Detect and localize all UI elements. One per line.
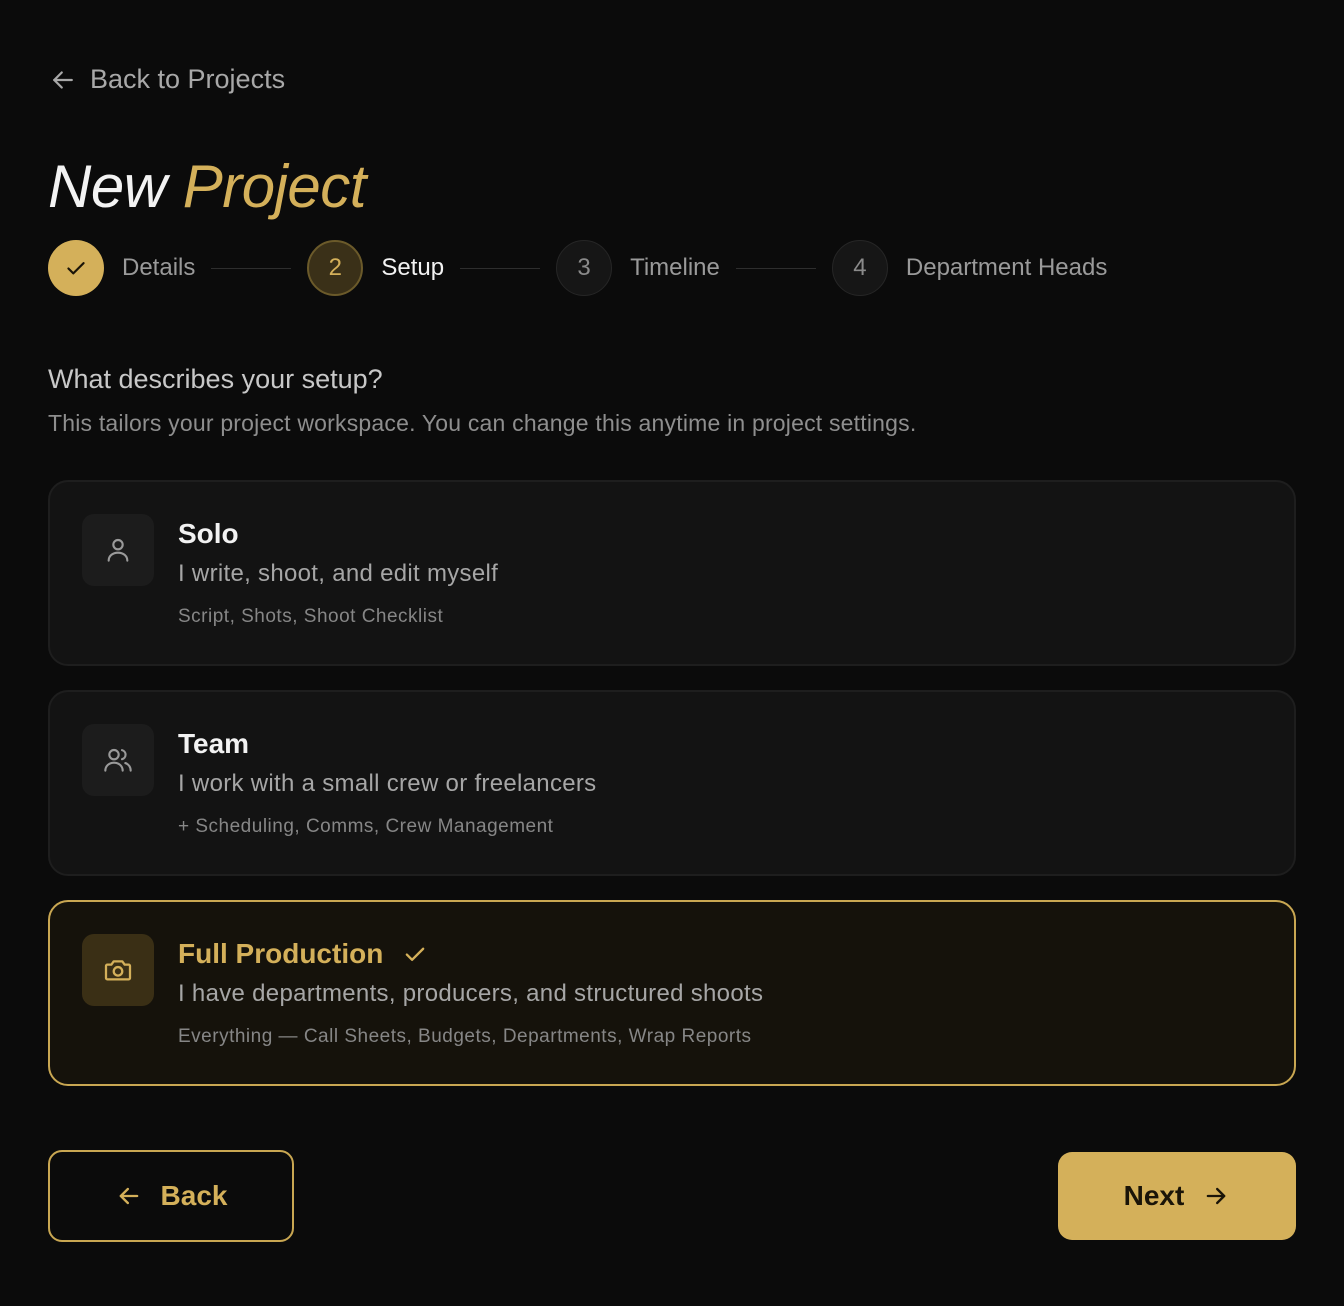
back-to-projects-link[interactable]: Back to Projects <box>48 64 285 95</box>
step-3-label: Timeline <box>630 254 720 281</box>
next-button-label: Next <box>1123 1180 1185 1211</box>
selected-check-icon <box>405 947 425 961</box>
step-timeline[interactable]: 3 Timeline <box>556 240 720 296</box>
users-icon <box>104 748 132 772</box>
option-title-text: Full Production <box>178 938 384 969</box>
page-title-part1: New <box>48 153 183 220</box>
option-full-production-description: I have departments, producers, and struc… <box>178 980 764 1007</box>
camera-icon <box>104 960 132 981</box>
arrow-left-icon <box>53 70 73 89</box>
step-2-circle: 2 <box>307 240 364 296</box>
option-title-text: Team <box>178 728 250 759</box>
step-2-label: Setup <box>381 254 445 281</box>
stepper: Details 2 Setup 3 Timeline 4 Department … <box>48 240 1107 296</box>
option-full-production[interactable]: Full Production I have departments, prod… <box>48 900 1296 1086</box>
step-3-circle: 3 <box>556 240 613 296</box>
option-team-icon-box <box>82 724 154 796</box>
step-1-label: Details <box>122 254 196 281</box>
step-department-heads[interactable]: 4 Department Heads <box>831 240 1108 296</box>
step-setup[interactable]: 2 Setup <box>307 240 444 296</box>
option-title-text: Solo <box>178 518 239 549</box>
step-connector <box>460 267 541 269</box>
step-4-label: Department Heads <box>905 254 1108 281</box>
arrow-right-icon <box>1207 1187 1226 1205</box>
step-4-circle: 4 <box>831 240 888 296</box>
option-solo[interactable]: Solo I write, shoot, and edit myself Scr… <box>48 480 1296 666</box>
step-connector <box>735 267 816 269</box>
option-full-production-features: Everything — Call Sheets, Budgets, Depar… <box>178 1026 752 1047</box>
user-icon <box>107 538 129 562</box>
option-team-description: I work with a small crew or freelancers <box>178 770 597 797</box>
next-button[interactable]: Next <box>1058 1152 1296 1240</box>
page-title: New Project <box>48 152 366 221</box>
back-button[interactable]: Back <box>48 1150 294 1242</box>
back-to-projects-label: Back to Projects <box>90 64 286 94</box>
option-full-production-title: Full Production <box>178 938 429 970</box>
option-solo-title: Solo <box>178 518 239 550</box>
new-project-page: Back to Projects New Project Details 2 S… <box>0 0 1344 1306</box>
arrow-left-icon <box>119 1187 138 1205</box>
option-solo-description: I write, shoot, and edit myself <box>178 560 499 587</box>
option-team-features: + Scheduling, Comms, Crew Management <box>178 816 554 837</box>
setup-subtext: This tailors your project workspace. You… <box>48 410 917 436</box>
step-connector <box>211 267 292 269</box>
setup-question: What describes your setup? <box>48 364 383 394</box>
option-solo-features: Script, Shots, Shoot Checklist <box>178 606 444 627</box>
step-details[interactable]: Details <box>48 240 195 296</box>
option-solo-icon-box <box>82 514 154 586</box>
step-1-circle <box>48 240 104 296</box>
option-full-production-icon-box <box>82 934 154 1006</box>
check-icon <box>67 262 85 275</box>
option-team-title: Team <box>178 728 249 760</box>
page-title-part2: Project <box>182 153 367 220</box>
back-button-label: Back <box>160 1180 228 1211</box>
option-team[interactable]: Team I work with a small crew or freelan… <box>48 690 1296 876</box>
